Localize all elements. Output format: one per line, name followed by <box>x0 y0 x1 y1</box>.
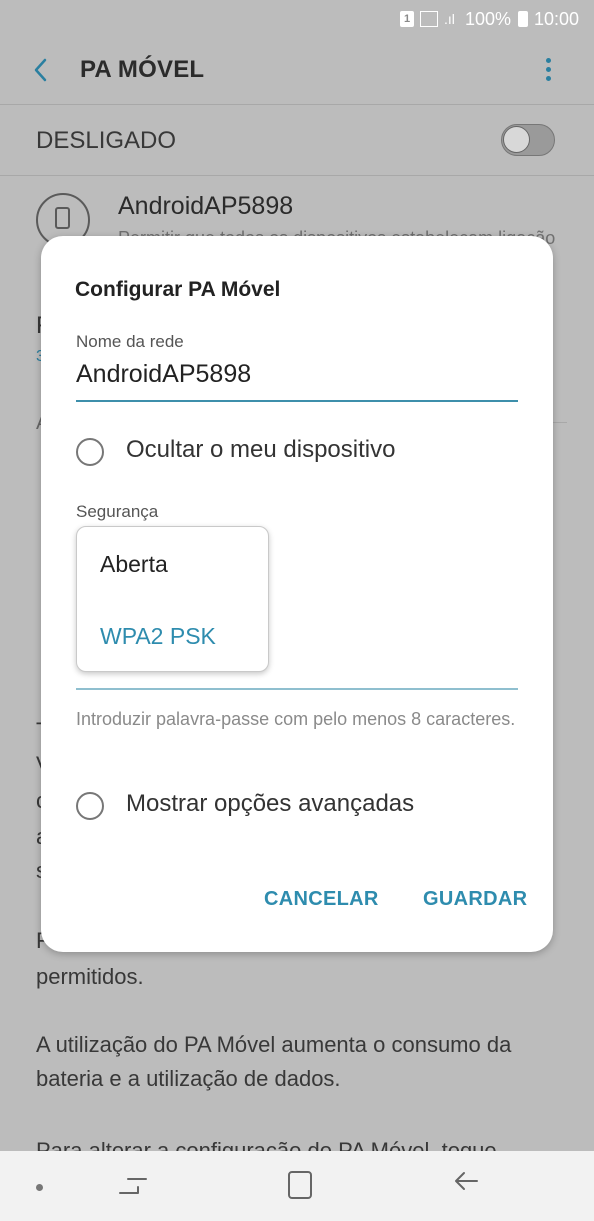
signal-bars-icon: .ıl <box>444 11 455 27</box>
network-name-underline <box>76 400 518 402</box>
switch-knob <box>503 126 530 153</box>
body-text-battery: A utilização do PA Móvel aumenta o consu… <box>36 1032 512 1091</box>
battery-percentage: 100% <box>465 9 512 29</box>
password-underline <box>76 688 518 690</box>
battery-icon <box>518 11 528 27</box>
advanced-options-label: Mostrar opções avançadas <box>126 790 415 817</box>
status-bar: 1 .ıl 100% 10:00 <box>0 0 594 36</box>
hide-device-option[interactable]: Ocultar o meu dispositivo <box>76 434 516 474</box>
signal-icon <box>420 11 438 27</box>
security-dropdown-menu: Aberta WPA2 PSK <box>76 526 269 672</box>
home-icon[interactable] <box>288 1171 312 1199</box>
toggle-label: DESLIGADO <box>36 127 177 154</box>
cancel-button[interactable]: CANCELAR <box>264 888 379 911</box>
dialog-title: Configurar PA Móvel <box>75 278 281 301</box>
hotspot-switch[interactable] <box>501 124 555 156</box>
back-arrow-icon[interactable] <box>450 1165 482 1205</box>
more-vertical-icon[interactable] <box>530 52 566 88</box>
hotspot-toggle-row[interactable]: DESLIGADO <box>0 105 594 175</box>
page-title: PA MÓVEL <box>80 56 205 83</box>
body-text-permitted: permitidos. <box>36 964 144 989</box>
password-hint: Introduzir palavra-passe com pelo menos … <box>76 709 516 729</box>
app-bar: PA MÓVEL <box>0 36 594 104</box>
security-label: Segurança <box>76 502 159 521</box>
chevron-left-icon[interactable] <box>24 52 60 88</box>
security-option-open[interactable]: Aberta <box>100 551 168 578</box>
clock: 10:00 <box>534 9 580 29</box>
recent-apps-icon[interactable] <box>116 1171 150 1201</box>
network-name-input[interactable]: AndroidAP5898 <box>76 360 251 389</box>
nav-dot-icon <box>36 1184 43 1191</box>
security-option-wpa2[interactable]: WPA2 PSK <box>100 623 216 650</box>
sim-card-icon: 1 <box>400 11 414 27</box>
hide-device-label: Ocultar o meu dispositivo <box>126 436 396 463</box>
network-name-label: Nome da rede <box>76 332 184 351</box>
divider <box>553 422 567 423</box>
access-point-name: AndroidAP5898 <box>118 192 294 220</box>
hide-device-radio[interactable] <box>76 438 104 466</box>
navigation-bar <box>0 1151 594 1221</box>
save-button[interactable]: GUARDAR <box>423 888 527 911</box>
advanced-options-option[interactable]: Mostrar opções avançadas <box>76 788 516 828</box>
advanced-options-radio[interactable] <box>76 792 104 820</box>
body-text-partial: Para alterar a configuração do PA Móvel,… <box>36 1138 497 1151</box>
